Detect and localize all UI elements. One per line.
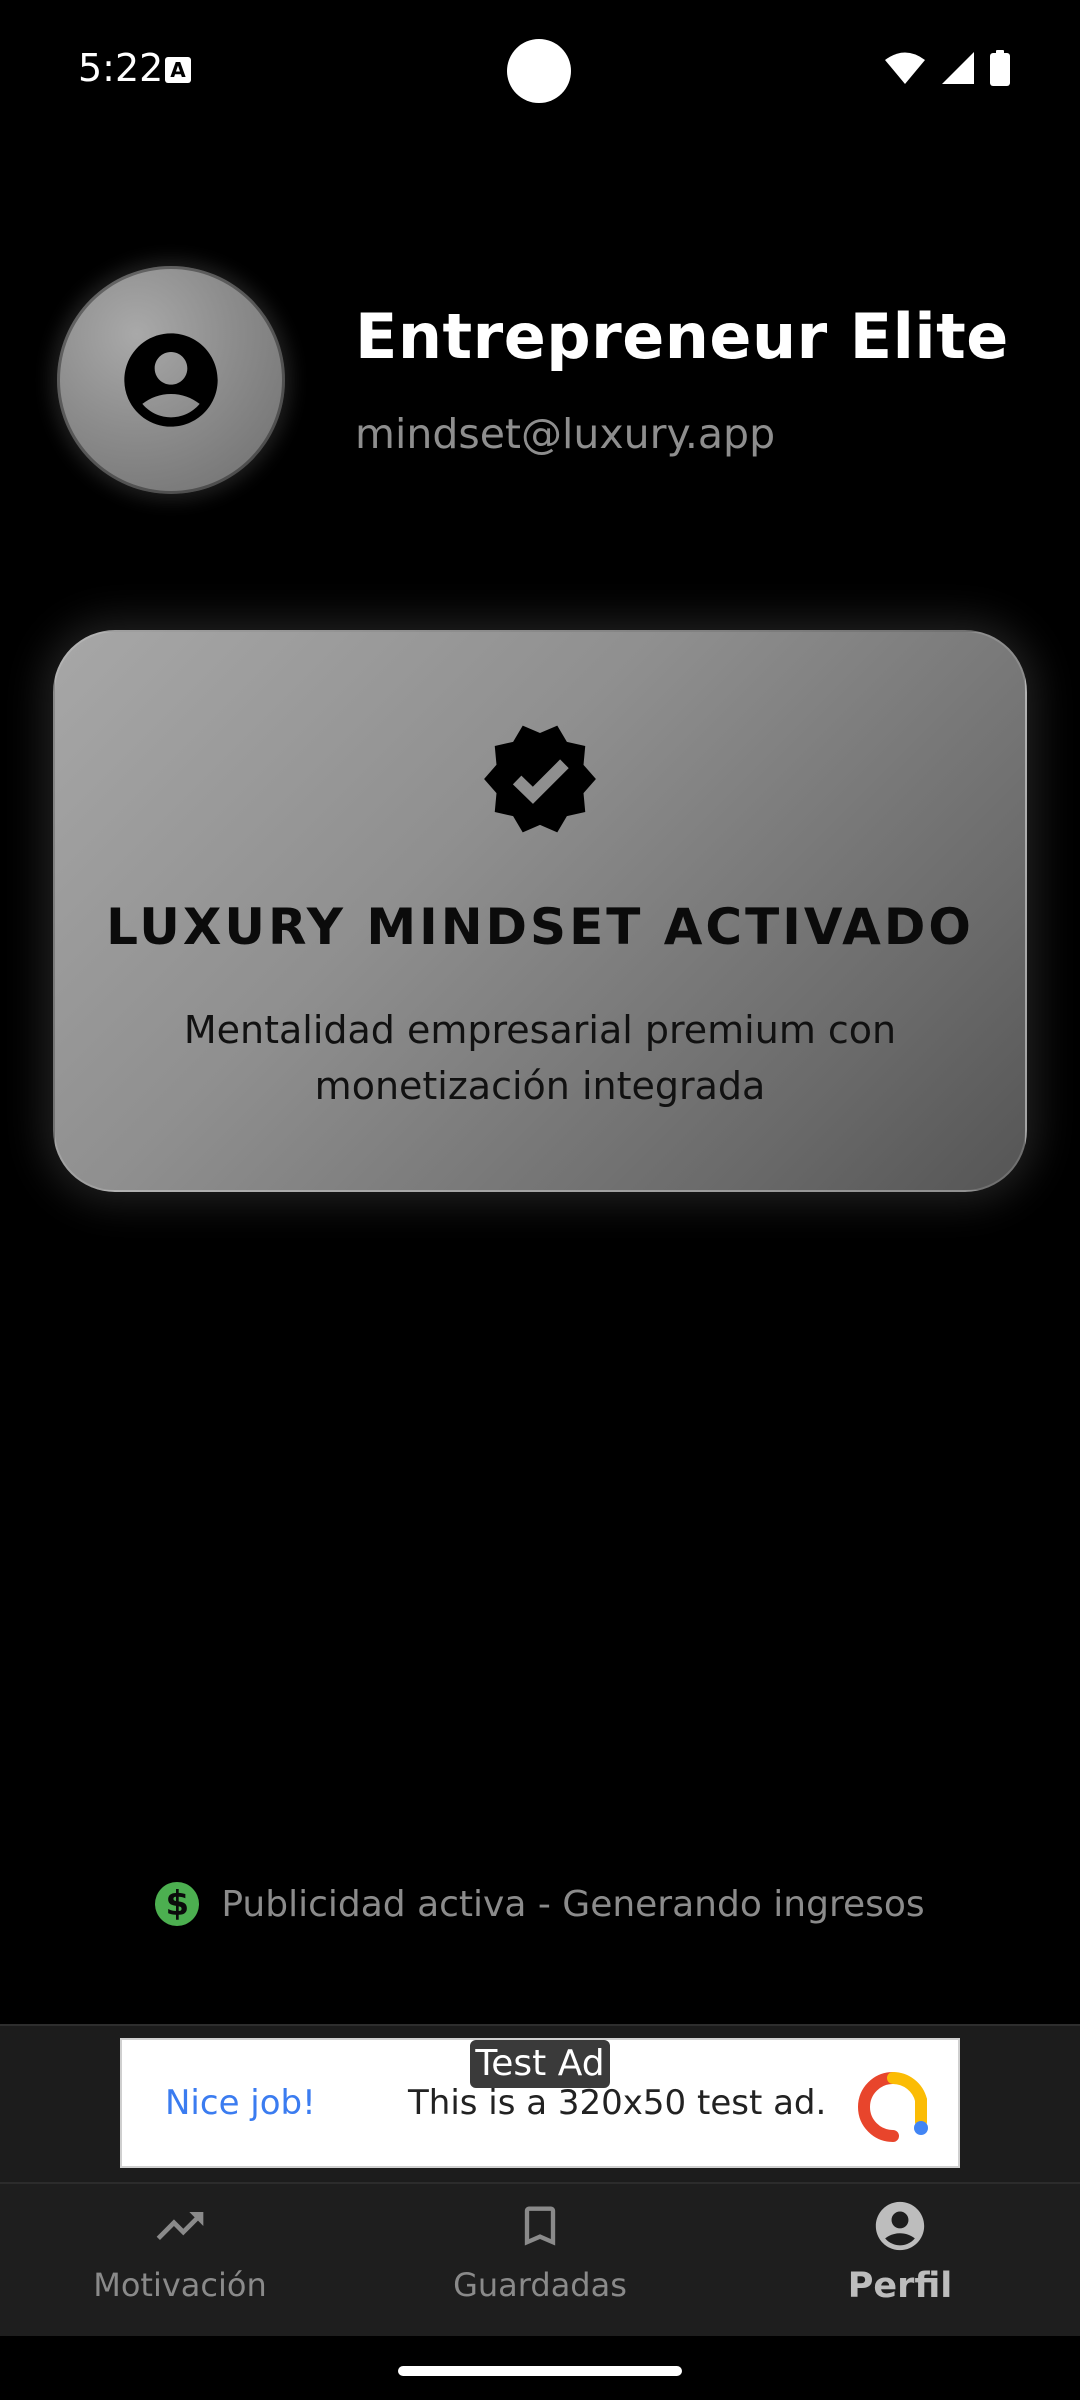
nav-item-motivacion[interactable]: Motivación	[0, 2196, 360, 2316]
camera-cutout	[507, 39, 571, 103]
profile-email: mindset@luxury.app	[355, 410, 776, 458]
bookmark-icon	[510, 2196, 570, 2256]
person-icon	[870, 2196, 930, 2256]
trending-up-icon	[150, 2196, 210, 2256]
ad-label: Test Ad	[470, 2040, 610, 2088]
signal-icon	[942, 52, 974, 84]
home-indicator[interactable]	[398, 2366, 682, 2376]
battery-icon	[990, 50, 1010, 86]
ad-logo-icon	[858, 2072, 928, 2142]
dollar-icon: $	[155, 1882, 200, 1926]
card-subtitle: Mentalidad empresarial premium con monet…	[183, 1008, 897, 1108]
ad-body[interactable]: This is a 320x50 test ad.	[408, 2083, 826, 2123]
nav-item-guardadas[interactable]: Guardadas	[360, 2196, 720, 2316]
nav-label-perfil: Perfil	[847, 2266, 953, 2306]
account-circle-icon	[124, 333, 218, 427]
ad-headline[interactable]: Nice job!	[165, 2083, 316, 2123]
nav-item-perfil[interactable]: Perfil	[720, 2196, 1080, 2316]
verified-badge-icon	[484, 725, 596, 833]
status-time: 5:22	[78, 46, 164, 90]
card-title: LUXURY MINDSET ACTIVADO	[106, 898, 974, 956]
avatar[interactable]	[57, 266, 285, 494]
nav-label-guardadas: Guardadas	[453, 2266, 627, 2304]
nav-label-motivacion: Motivación	[93, 2266, 267, 2304]
status-icons	[884, 50, 1010, 86]
wifi-icon	[885, 52, 925, 84]
notification-a-icon: A	[165, 57, 191, 83]
profile-name: Entrepreneur Elite	[355, 300, 1009, 373]
ads-status-text: Publicidad activa - Generando ingresos	[221, 1883, 925, 1925]
ads-status: $ Publicidad activa - Generando ingresos	[0, 1882, 1080, 1926]
